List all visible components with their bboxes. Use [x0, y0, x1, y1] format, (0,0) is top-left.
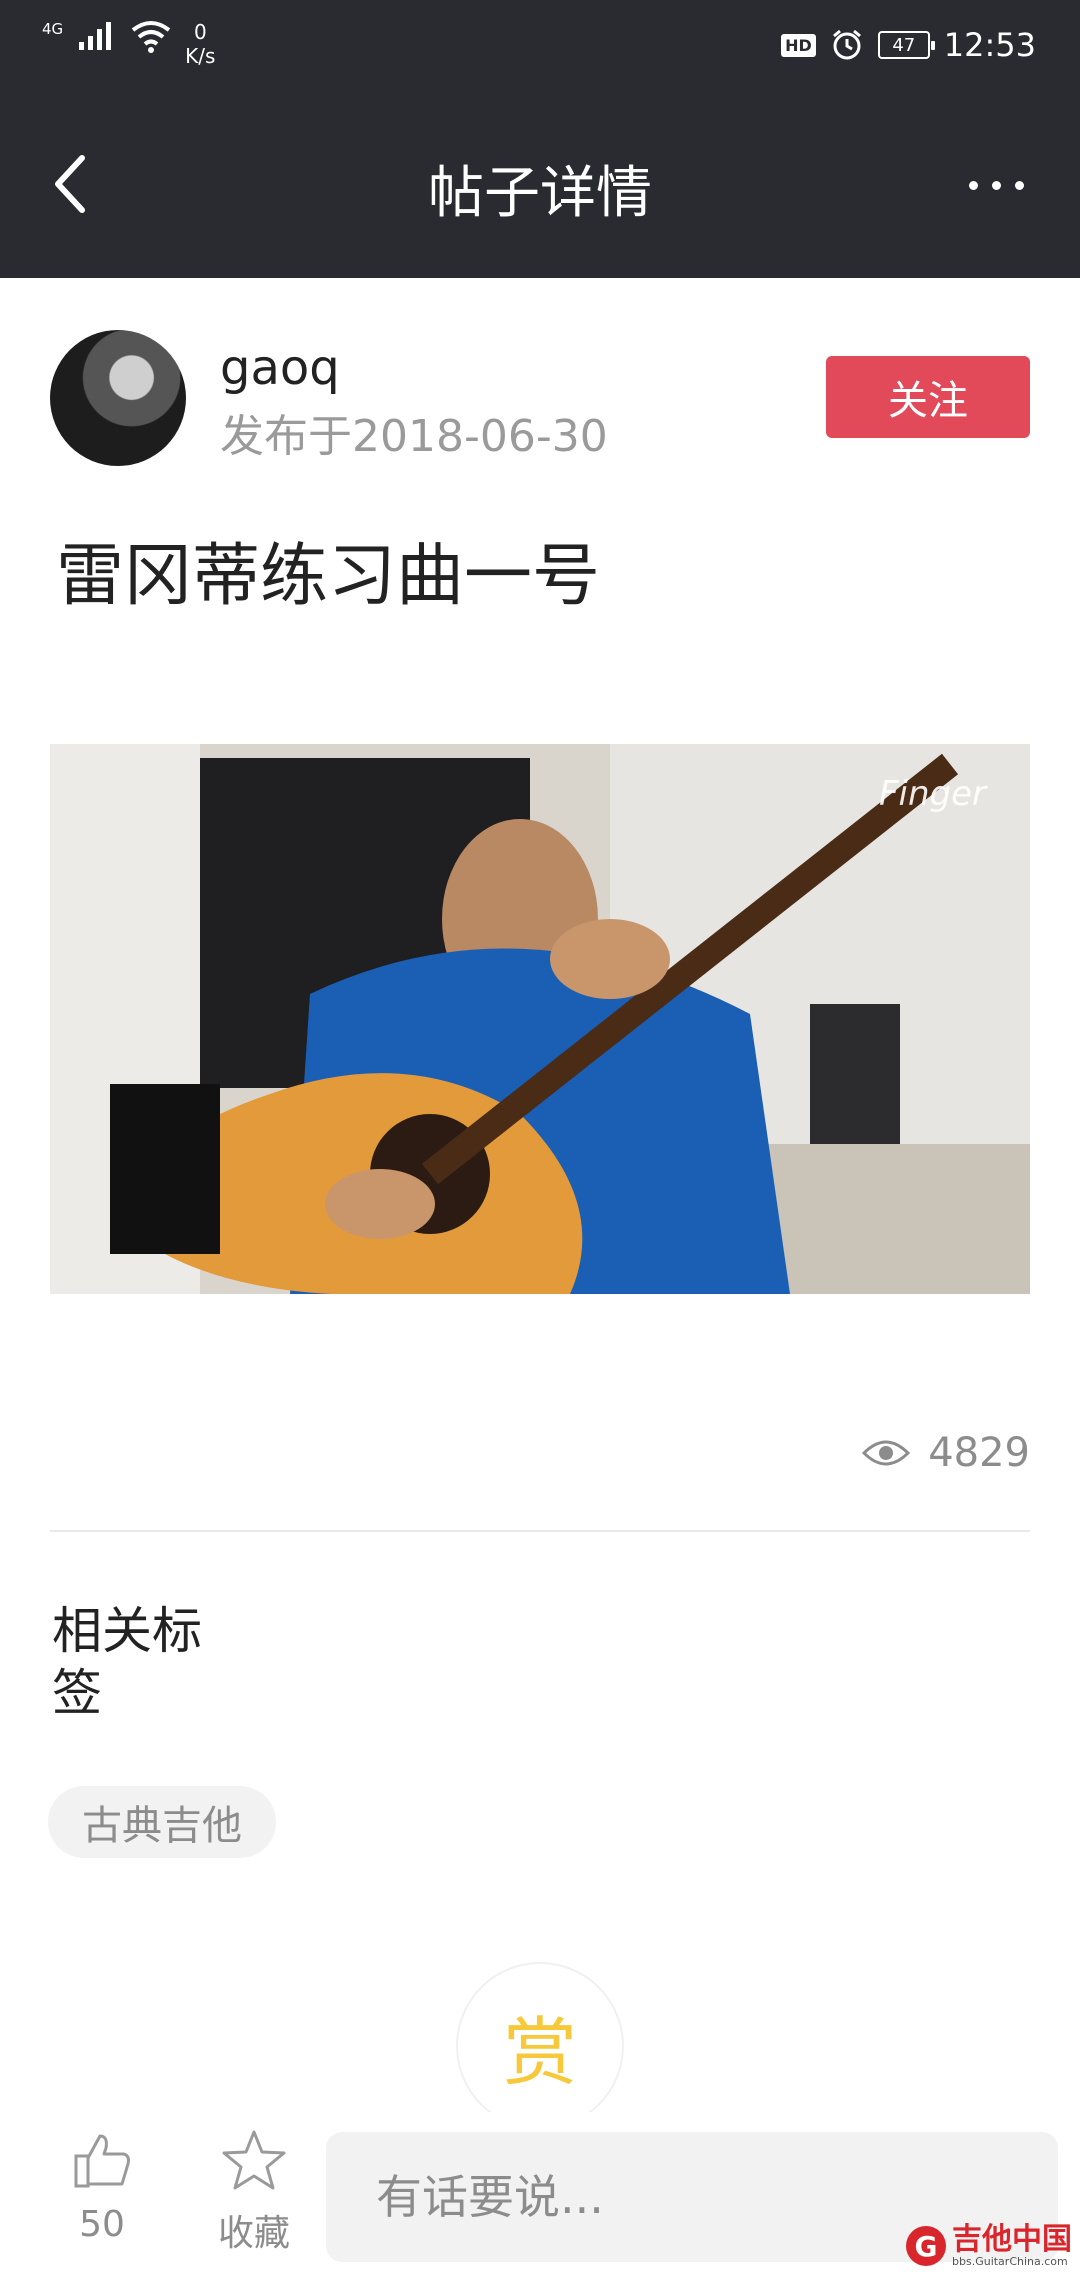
- related-tags-heading: 相关标签: [52, 1602, 202, 1722]
- battery-level: 47: [892, 34, 916, 56]
- site-logo-url: bbs.GuitarChina.com: [952, 2255, 1068, 2268]
- guitar-logo-icon: G: [906, 2226, 946, 2266]
- thumbs-up-icon: [74, 2134, 130, 2188]
- video-watermark: Finger: [878, 774, 986, 814]
- reward-button[interactable]: 赏: [456, 1962, 624, 2130]
- video-frame: [50, 744, 1030, 1294]
- more-dot-icon: [1014, 180, 1024, 190]
- signal-icon: [79, 22, 112, 50]
- follow-button[interactable]: 关注: [826, 356, 1030, 438]
- alarm-icon: [832, 29, 861, 60]
- author-avatar[interactable]: [50, 330, 186, 466]
- more-dot-icon: [968, 180, 978, 190]
- top-bar: 4G 0 K/s HD 47 12:53 帖子详情: [0, 0, 1080, 278]
- speed-value: 0: [193, 20, 207, 44]
- more-options-button[interactable]: [956, 150, 1036, 220]
- view-count: 4829: [862, 1430, 1030, 1476]
- battery-indicator: 47: [877, 31, 935, 59]
- clock: 12:53: [943, 26, 1036, 64]
- eye-icon: [862, 1440, 911, 1466]
- bottom-action-bar: 50 收藏 G 吉他中国 bbs.GuitarChina.com: [0, 2112, 1080, 2280]
- author-username[interactable]: gaoq: [220, 340, 340, 396]
- wifi-icon: [131, 21, 171, 53]
- post-title: 雷冈蒂练习曲一号: [56, 537, 601, 616]
- divider: [50, 1530, 1030, 1532]
- site-logo-text: 吉他中国 bbs.GuitarChina.com: [952, 2224, 1072, 2268]
- more-dot-icon: [991, 180, 1001, 190]
- like-count: 50: [79, 2204, 125, 2245]
- page-title: 帖子详情: [428, 161, 652, 226]
- post-date: 发布于2018-06-30: [220, 411, 608, 462]
- view-count-value: 4829: [928, 1430, 1030, 1476]
- status-left: 4G 0 K/s: [42, 20, 215, 68]
- like-button[interactable]: 50: [60, 2128, 144, 2245]
- navigation-bar: 帖子详情: [0, 90, 1080, 278]
- tag-chip[interactable]: 古典吉他: [48, 1786, 276, 1858]
- status-right: HD 47 12:53: [781, 26, 1036, 64]
- speed-unit: K/s: [185, 44, 216, 68]
- status-bar: 4G 0 K/s HD 47 12:53: [0, 0, 1080, 90]
- star-icon: [222, 2130, 286, 2190]
- video-player[interactable]: Finger: [50, 744, 1030, 1294]
- hd-badge: HD: [781, 33, 816, 57]
- network-speed: 0 K/s: [185, 20, 215, 68]
- network-type: 4G: [42, 20, 64, 38]
- site-logo: G 吉他中国 bbs.GuitarChina.com: [906, 2224, 1072, 2268]
- favorite-label: 收藏: [217, 2213, 290, 2254]
- site-logo-name: 吉他中国: [952, 2222, 1072, 2257]
- favorite-button[interactable]: 收藏: [208, 2128, 300, 2256]
